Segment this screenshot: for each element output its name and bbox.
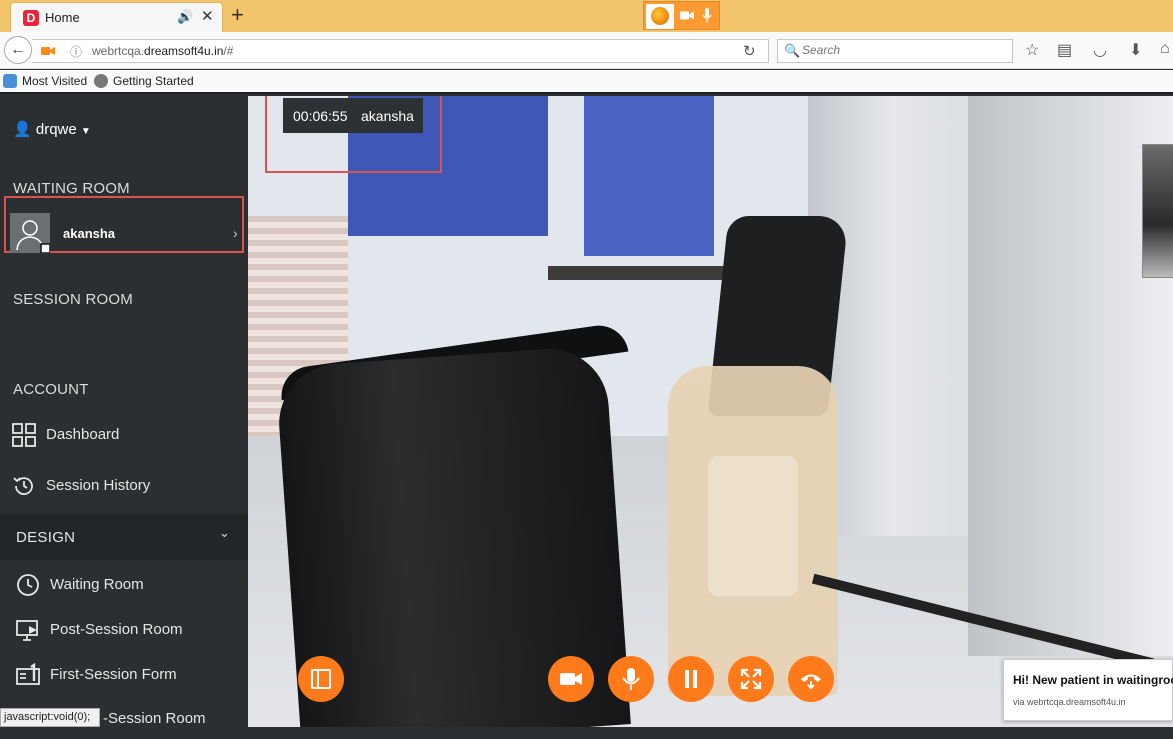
firefox-icon xyxy=(646,4,674,29)
video-plastic-chair xyxy=(668,366,838,696)
downloads-icon[interactable]: ⬇ xyxy=(1129,40,1142,60)
video-camera-icon xyxy=(560,673,582,685)
address-bar[interactable]: ⓘ webrtcqa.dreamsoft4u.in/# ↻ xyxy=(32,39,769,63)
most-visited-icon xyxy=(3,74,17,88)
new-tab-button[interactable]: + xyxy=(231,2,244,28)
caret-down-icon: ▼ xyxy=(80,126,91,137)
back-button[interactable]: ← xyxy=(4,36,32,64)
video-window-blind xyxy=(584,96,714,256)
search-input[interactable] xyxy=(802,43,1002,57)
site-favicon-icon: D xyxy=(23,10,39,26)
split-panel-icon xyxy=(311,669,331,689)
nav-dashboard-label: Dashboard xyxy=(46,426,120,443)
bookmark-most-visited[interactable]: Most Visited xyxy=(3,74,87,88)
history-icon xyxy=(13,477,33,495)
waiting-patient-item[interactable]: akansha › xyxy=(4,196,244,253)
url-prefix: webrtcqa. xyxy=(92,44,145,58)
tab-title: Home xyxy=(45,10,80,25)
clock-icon xyxy=(17,574,39,596)
pocket-icon[interactable]: ◡ xyxy=(1093,40,1107,60)
toggle-sidebar-button[interactable] xyxy=(298,656,344,702)
pause-icon xyxy=(685,670,697,688)
bookmark-star-icon[interactable]: ☆ xyxy=(1025,40,1039,60)
user-name: drqwe xyxy=(35,121,77,138)
microphone-sharing-icon xyxy=(702,8,712,23)
chevron-right-icon: › xyxy=(233,225,238,241)
sidebar: 👤 drqwe ▼ WAITING ROOM akansha › SESSION… xyxy=(0,96,248,727)
nav-session-room-label: -Session Room xyxy=(103,710,206,727)
hang-up-icon xyxy=(801,674,821,690)
globe-icon xyxy=(94,74,108,88)
session-room-heading: SESSION ROOM xyxy=(13,291,133,308)
reading-list-icon[interactable]: ▤ xyxy=(1057,40,1072,60)
fullscreen-button[interactable] xyxy=(728,656,774,702)
search-icon: 🔍 xyxy=(784,43,801,58)
site-info-icon[interactable]: ⓘ xyxy=(70,43,82,60)
monitor-play-icon xyxy=(16,620,38,641)
nav-first-session-form-label: First-Session Form xyxy=(50,666,177,683)
user-icon: 👤 xyxy=(13,121,32,138)
media-sharing-indicator[interactable] xyxy=(643,1,720,30)
reload-icon[interactable]: ↻ xyxy=(743,42,756,60)
notification-source: via webrtcqa.dreamsoft4u.in xyxy=(1013,697,1126,707)
nav-waiting-room-label: Waiting Room xyxy=(50,576,144,593)
browser-status-bar: javascript:void(0); xyxy=(0,708,100,727)
chevron-down-icon: ⌄ xyxy=(219,525,230,540)
browser-tab-home[interactable]: D Home 🔊 ✕ xyxy=(10,2,223,32)
browser-tab-strip: D Home 🔊 ✕ + xyxy=(0,0,1173,32)
url-path: /# xyxy=(223,44,234,58)
url-text: webrtcqa.dreamsoft4u.in/# xyxy=(92,44,233,58)
nav-dashboard[interactable]: Dashboard xyxy=(0,414,248,454)
fullscreen-icon xyxy=(740,668,762,690)
account-heading: ACCOUNT xyxy=(13,381,89,398)
design-heading: DESIGN xyxy=(16,529,76,546)
toggle-microphone-button[interactable] xyxy=(608,656,654,702)
search-box[interactable]: 🔍 xyxy=(777,39,1013,63)
patient-name: akansha xyxy=(63,226,116,241)
pause-call-button[interactable] xyxy=(668,656,714,702)
camera-sharing-icon xyxy=(680,11,694,20)
highlight-box xyxy=(265,96,442,173)
remote-video-feed: 00:06:55 akansha Hi! New patient in wait… xyxy=(248,96,1173,727)
toggle-camera-button[interactable] xyxy=(548,656,594,702)
camera-permission-icon[interactable] xyxy=(41,45,55,57)
close-tab-icon[interactable]: ✕ xyxy=(201,7,214,25)
bookmark-getting-started[interactable]: Getting Started xyxy=(94,74,194,88)
dashboard-icon xyxy=(12,423,36,447)
patient-avatar-icon xyxy=(10,213,50,253)
nav-session-history-label: Session History xyxy=(46,477,151,494)
url-domain: dreamsoft4u.in xyxy=(144,44,224,58)
end-call-button[interactable] xyxy=(788,656,834,702)
waiting-room-heading: WAITING ROOM xyxy=(13,180,130,197)
nav-waiting-room[interactable]: Waiting Room xyxy=(0,564,248,604)
bookmarks-toolbar: Most Visited Getting Started xyxy=(0,70,1173,94)
design-section-toggle[interactable]: DESIGN ⌄ xyxy=(0,514,248,560)
microphone-icon xyxy=(622,668,640,690)
user-menu[interactable]: 👤 drqwe ▼ xyxy=(13,120,91,138)
new-patient-notification[interactable]: Hi! New patient in waitingroom via webrt… xyxy=(1003,659,1173,721)
home-icon[interactable]: ⌂ xyxy=(1160,40,1170,58)
notification-title: Hi! New patient in waitingroom xyxy=(1013,673,1173,687)
form-icon xyxy=(16,663,40,685)
local-video-preview[interactable] xyxy=(1142,144,1173,278)
nav-post-session-room-label: Post-Session Room xyxy=(50,621,183,638)
browser-nav-bar: ← ⓘ webrtcqa.dreamsoft4u.in/# ↻ 🔍 ☆ ▤ ◡ … xyxy=(0,32,1173,69)
nav-session-history[interactable]: Session History xyxy=(0,465,248,505)
nav-first-session-form[interactable]: First-Session Form xyxy=(0,654,248,694)
speaker-icon[interactable]: 🔊 xyxy=(177,9,193,25)
nav-post-session-room[interactable]: Post-Session Room xyxy=(0,609,248,649)
